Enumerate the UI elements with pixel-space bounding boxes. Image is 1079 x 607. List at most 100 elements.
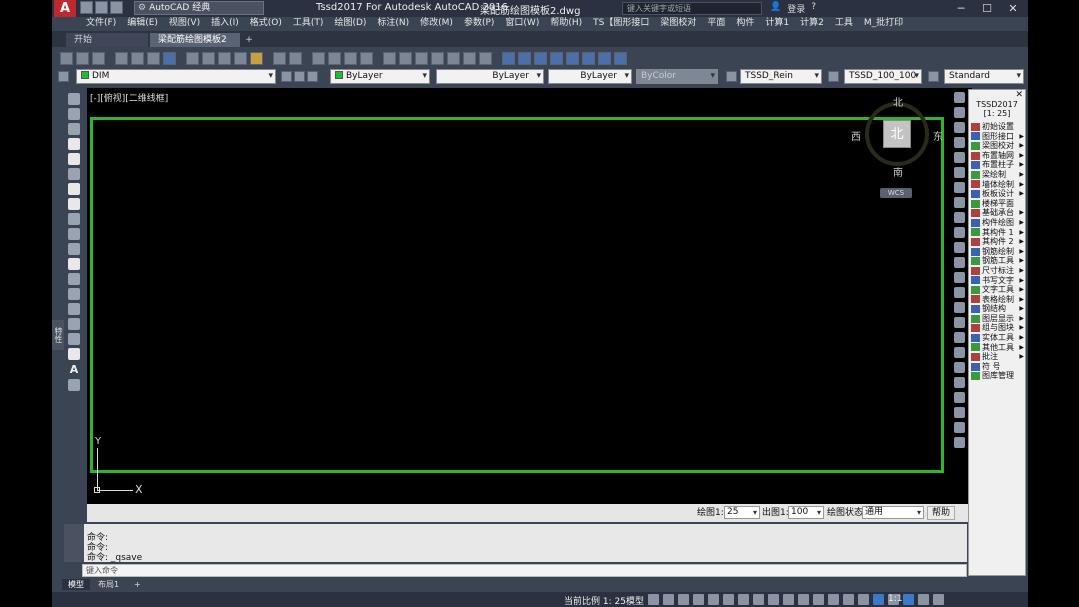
gradient-icon[interactable]: [68, 318, 80, 330]
auto-scale-icon[interactable]: [813, 594, 824, 605]
dimstyle-select[interactable]: TSSD_100_100: [844, 69, 922, 84]
layer-tool-icon[interactable]: [953, 407, 965, 418]
command-window-grip[interactable]: [64, 524, 84, 562]
workspace-switch-icon[interactable]: [843, 594, 854, 605]
explode-icon[interactable]: [953, 347, 965, 358]
fillet-icon[interactable]: [953, 317, 965, 328]
markup-icon[interactable]: [447, 51, 460, 65]
region-icon[interactable]: [68, 333, 80, 345]
tssd-menu-item[interactable]: 图形接口 ▶: [969, 132, 1025, 142]
tssd-menu-item[interactable]: 板板设计 ▶: [969, 189, 1025, 199]
redo-icon[interactable]: [289, 51, 302, 65]
table-style-icon[interactable]: [928, 71, 939, 82]
rectangle-icon[interactable]: [68, 153, 80, 165]
cut-icon[interactable]: [186, 51, 199, 65]
tssd-menu-item[interactable]: 构件绘图 ▶: [969, 218, 1025, 228]
plot-icon[interactable]: [115, 51, 128, 65]
color-select[interactable]: ByLayer: [330, 69, 430, 84]
design-center-icon[interactable]: [399, 51, 412, 65]
annotation-monitor-icon[interactable]: [858, 594, 869, 605]
model-space-button[interactable]: 模型: [626, 594, 644, 607]
help-button[interactable]: 帮助: [927, 506, 956, 520]
minimize-button[interactable]: ─: [948, 0, 974, 17]
menu-item[interactable]: 帮助(H): [550, 17, 582, 30]
menu-item[interactable]: 视图(V): [169, 17, 200, 30]
publish-icon[interactable]: [147, 51, 160, 65]
object-snap-icon[interactable]: [738, 594, 749, 605]
annotation-scale[interactable]: 1:1: [888, 594, 902, 604]
ortho-icon[interactable]: [678, 594, 689, 605]
tssd-menu-item[interactable]: 墙体绘制 ▶: [969, 180, 1025, 190]
grid-icon[interactable]: [648, 594, 659, 605]
break-at-point-icon[interactable]: [953, 257, 965, 268]
menu-item[interactable]: 工具(T): [293, 17, 324, 30]
add-selected-icon[interactable]: [68, 379, 80, 391]
tssd-menu-item[interactable]: 其构件 2 ▶: [969, 237, 1025, 247]
linetype-select[interactable]: ByLayer: [436, 69, 544, 84]
match-properties-icon[interactable]: [234, 51, 247, 65]
3d-print-icon[interactable]: [163, 51, 176, 65]
spline-icon[interactable]: [68, 213, 80, 225]
new-icon[interactable]: [80, 1, 93, 14]
chamfer-icon[interactable]: [953, 302, 965, 313]
isodraft-icon[interactable]: [708, 594, 719, 605]
layer-previous-icon[interactable]: [294, 71, 305, 82]
compass-west[interactable]: 西: [851, 128, 861, 143]
join-icon[interactable]: [953, 287, 965, 298]
annotation-visibility-icon[interactable]: [798, 594, 809, 605]
menu-item[interactable]: 平面: [707, 17, 725, 30]
layer-select[interactable]: DIM: [76, 69, 276, 84]
tssd-menu-item[interactable]: 梁图校对 ▶: [969, 141, 1025, 151]
tssd-tool-icon[interactable]: [598, 51, 611, 65]
tssd-tool-icon[interactable]: [566, 51, 579, 65]
clean-screen-icon[interactable]: [918, 594, 929, 605]
tssd-menu-item[interactable]: 其他工具 ▶: [969, 343, 1025, 353]
tssd-tool-icon[interactable]: [502, 51, 515, 65]
tool-palettes-icon[interactable]: [415, 51, 428, 65]
ellipse-icon[interactable]: [68, 228, 80, 240]
help-icon[interactable]: ?: [811, 2, 816, 15]
block-editor-icon[interactable]: [250, 51, 263, 65]
menu-item[interactable]: 梁图校对: [660, 17, 696, 30]
close-button[interactable]: ✕: [1000, 0, 1026, 17]
layer-state-icon[interactable]: [307, 71, 318, 82]
tssd-tool-icon[interactable]: [614, 51, 627, 65]
user-icon[interactable]: 👤: [770, 2, 781, 15]
menu-item[interactable]: M_批打印: [864, 17, 903, 30]
textstyle-select[interactable]: TSSD_Rein: [740, 69, 822, 84]
menu-item[interactable]: 格式(O): [250, 17, 282, 30]
tssd-menu-item[interactable]: 钢筋绘制 ▶: [969, 247, 1025, 257]
tssd-menu-item[interactable]: 布置轴网 ▶: [969, 151, 1025, 161]
paste-icon[interactable]: [218, 51, 231, 65]
erase-icon[interactable]: [953, 92, 965, 103]
layer-tool-icon[interactable]: [953, 422, 965, 433]
text-style-icon[interactable]: [726, 71, 737, 82]
view-cube-face[interactable]: 北: [883, 120, 911, 148]
tssd-menu-item[interactable]: 钢筋工具 ▶: [969, 256, 1025, 266]
scale-icon[interactable]: [953, 197, 965, 208]
tab-drawing[interactable]: 梁配筋绘图模板2: [150, 33, 240, 47]
compass-south[interactable]: 南: [893, 164, 903, 179]
tssd-menu-item[interactable]: 布置柱子 ▶: [969, 160, 1025, 170]
tssd-menu-item[interactable]: 文字工具 ▶: [969, 285, 1025, 295]
polyline-icon[interactable]: [68, 123, 80, 135]
tab-start[interactable]: 开始: [66, 33, 148, 47]
tssd-menu-item[interactable]: 其构件 1 ▶: [969, 228, 1025, 238]
calculator-icon[interactable]: [463, 51, 476, 65]
dim-style-icon[interactable]: [828, 71, 839, 82]
point-icon[interactable]: [68, 288, 80, 300]
tssd-menu-item[interactable]: 图库管理: [969, 371, 1025, 381]
search-input[interactable]: 键入关键字或短语: [622, 2, 762, 15]
circle-icon[interactable]: [68, 183, 80, 195]
workspace-select[interactable]: ⚙ AutoCAD 经典: [134, 1, 264, 15]
preview-icon[interactable]: [131, 51, 144, 65]
plot-scale-select[interactable]: 25: [724, 506, 760, 519]
extend-icon[interactable]: [953, 242, 965, 253]
mtext-icon[interactable]: A: [70, 363, 79, 376]
tssd-tool-icon[interactable]: [518, 51, 531, 65]
menu-item[interactable]: 编辑(E): [127, 17, 158, 30]
lineweight-icon[interactable]: [753, 594, 764, 605]
properties-icon[interactable]: [383, 51, 396, 65]
copy-icon[interactable]: [202, 51, 215, 65]
menu-item[interactable]: 标注(N): [377, 17, 409, 30]
